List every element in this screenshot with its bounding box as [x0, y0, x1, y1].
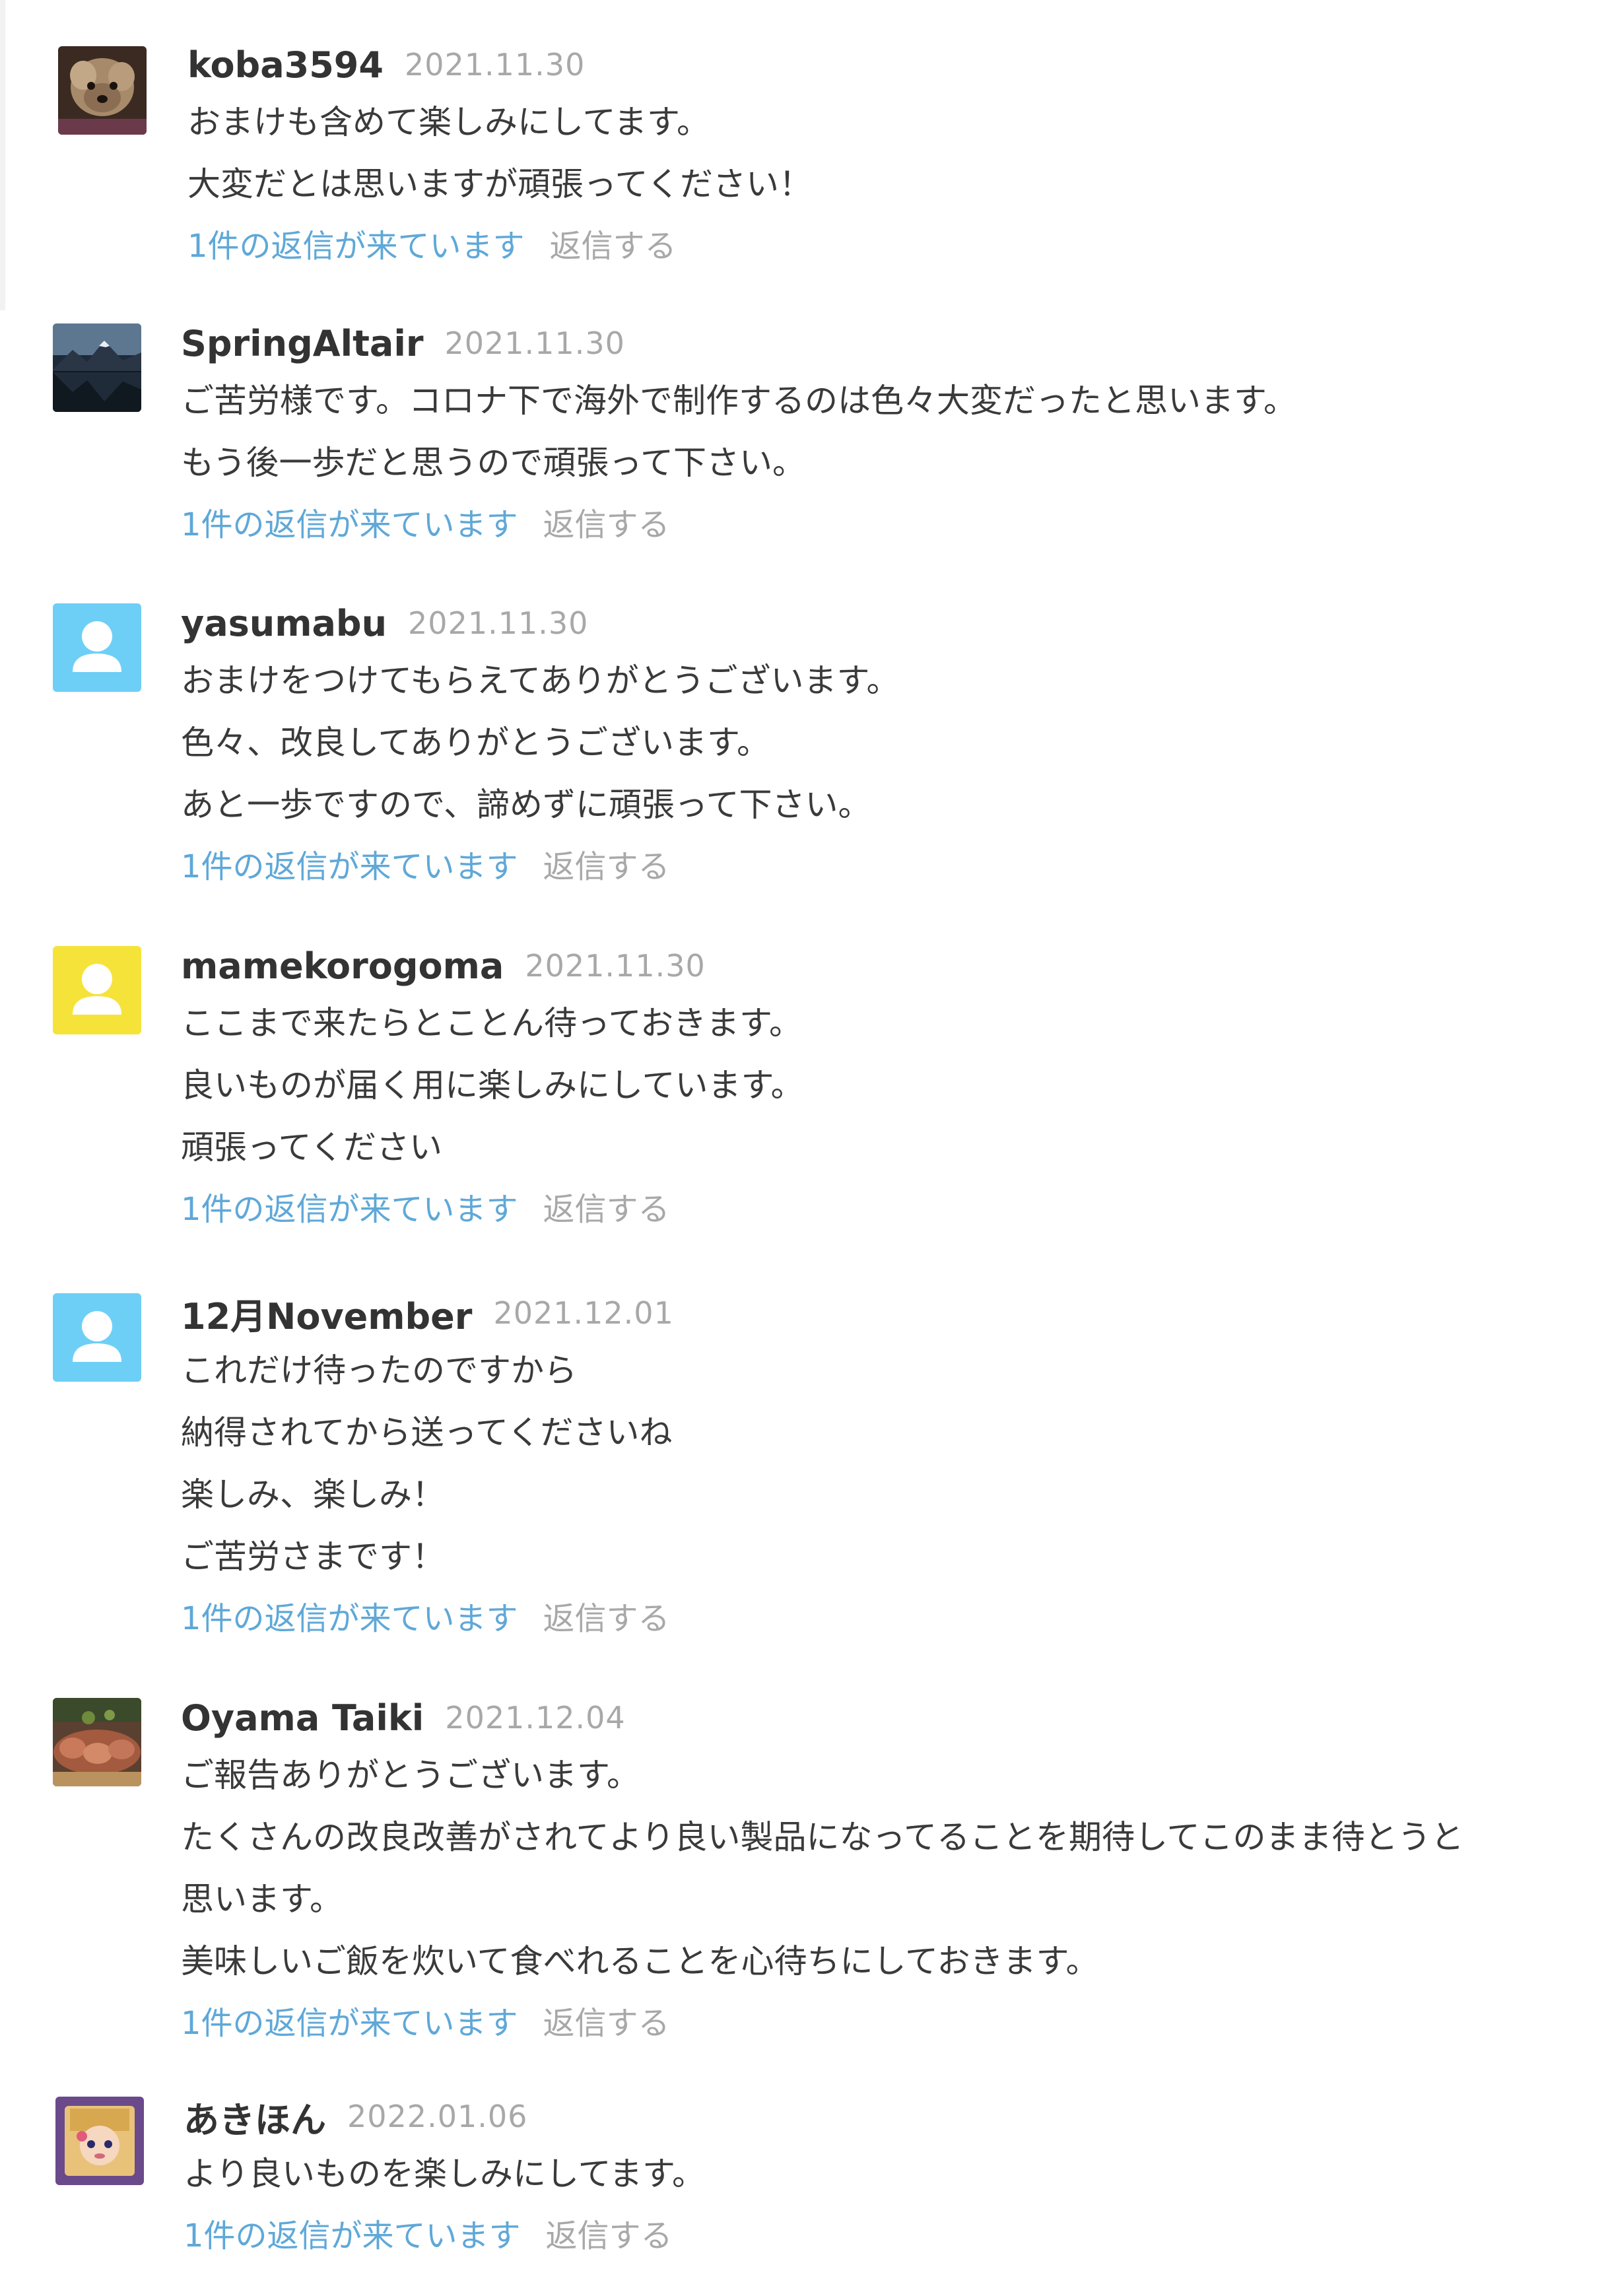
comment-text-line: 納得されてから送ってくださいね: [181, 1413, 673, 1452]
avatar-food-photo[interactable]: [53, 1698, 141, 1786]
comment-text-line: 良いものが届く用に楽しみにしています。: [181, 1066, 804, 1104]
reply-button[interactable]: 返信する: [546, 2217, 673, 2254]
comment-text-line: あと一歩ですので、諦めずに頑張って下さい。: [181, 786, 871, 824]
comment-username[interactable]: koba3594: [187, 44, 384, 86]
comment-text-line: これだけ待ったのですから: [181, 1351, 577, 1390]
view-replies-link[interactable]: 1件の返信が来ています: [181, 1191, 518, 1228]
comment-username[interactable]: mamekorogoma: [181, 945, 504, 987]
comment-date: 2022.01.06: [347, 2099, 528, 2134]
view-replies-link[interactable]: 1件の返信が来ています: [181, 848, 518, 885]
avatar-doll-photo[interactable]: [55, 2097, 144, 2185]
comment-date: 2021.12.01: [493, 1295, 674, 1331]
view-replies-link[interactable]: 1件の返信が来ています: [181, 506, 518, 543]
comment-text-line: 美味しいご飯を炊いて食べれることを心待ちにしておきます。: [181, 1942, 1099, 1980]
comment-text-line: 頑張ってください: [181, 1128, 442, 1166]
comment-text-line: ご苦労様です。コロナ下で海外で制作するのは色々大変だったと思います。: [181, 382, 1296, 420]
comment-text-line: おまけも含めて楽しみにしてます。: [187, 103, 710, 141]
left-divider: [0, 0, 5, 310]
view-replies-link[interactable]: 1件の返信が来ています: [181, 2005, 518, 2042]
default-user-icon[interactable]: [53, 1293, 141, 1382]
comment-text-line: 色々、改良してありがとうございます。: [181, 724, 770, 762]
comment-text-line: もう後一歩だと思うので頑張って下さい。: [181, 444, 805, 482]
comment-username[interactable]: yasumabu: [181, 603, 387, 644]
comment-text-line: ご報告ありがとうございます。: [181, 1756, 640, 1794]
view-replies-link[interactable]: 1件の返信が来ています: [184, 2217, 521, 2254]
comment-text-line: より良いものを楽しみにしてます。: [184, 2155, 705, 2193]
comment-text-line: ご苦労さまです！: [181, 1537, 445, 1576]
reply-button[interactable]: 返信する: [543, 2005, 670, 2042]
comment-date: 2021.11.30: [404, 47, 586, 83]
comment-date: 2021.11.30: [408, 605, 589, 641]
reply-button[interactable]: 返信する: [543, 506, 670, 543]
reply-button[interactable]: 返信する: [543, 1191, 670, 1228]
reply-button[interactable]: 返信する: [543, 848, 670, 885]
comment-username[interactable]: 12月November: [181, 1287, 472, 1339]
view-replies-link[interactable]: 1件の返信が来ています: [181, 1600, 518, 1637]
comment-date: 2021.11.30: [444, 325, 625, 361]
view-replies-link[interactable]: 1件の返信が来ています: [187, 228, 525, 265]
avatar-dog-photo[interactable]: [58, 46, 147, 135]
comment-text-line: 楽しみ、楽しみ！: [181, 1475, 445, 1514]
comment-date: 2021.11.30: [525, 948, 706, 984]
comment-date: 2021.12.04: [445, 1700, 626, 1736]
comment-text-line: 思います。: [181, 1880, 343, 1918]
comment-text-line: ここまで来たらとことん待っておきます。: [181, 1004, 802, 1042]
comment-username[interactable]: SpringAltair: [181, 323, 423, 364]
default-user-icon[interactable]: [53, 603, 141, 692]
reply-button[interactable]: 返信する: [550, 228, 677, 265]
comment-username[interactable]: Oyama Taiki: [181, 1697, 424, 1739]
comment-text-line: 大変だとは思いますが頑張ってください！: [187, 165, 812, 203]
comment-text-line: おまけをつけてもらえてありがとうございます。: [181, 661, 900, 700]
avatar-mountain-lake-photo[interactable]: [53, 323, 141, 412]
comment-text-line: たくさんの改良改善がされてより良い製品になってることを期待してこのまま待とうと: [181, 1818, 1464, 1856]
reply-button[interactable]: 返信する: [543, 1600, 670, 1637]
comment-username[interactable]: あきほん: [184, 2091, 326, 2143]
default-user-icon[interactable]: [53, 946, 141, 1034]
